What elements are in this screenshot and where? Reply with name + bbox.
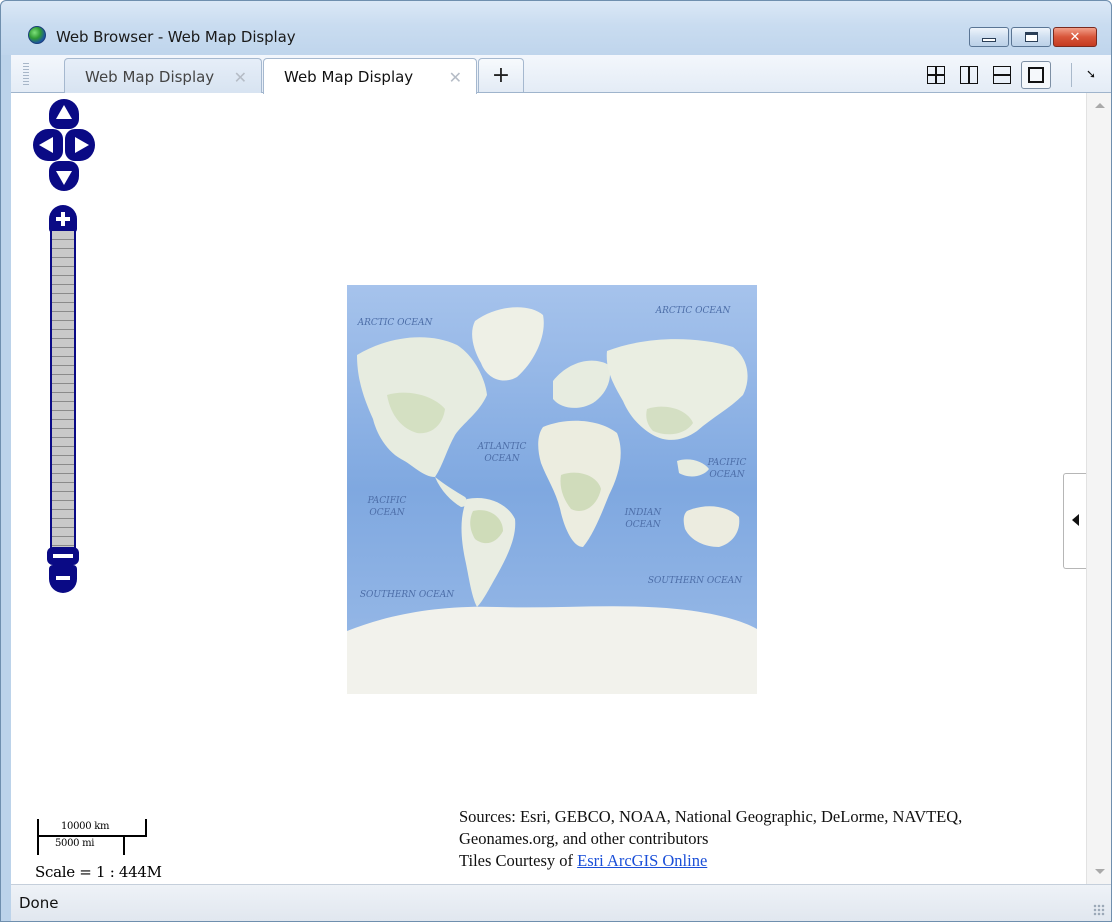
layout-rows-icon[interactable] — [991, 64, 1013, 86]
label-atlantic-ocean-1: ATLANTIC — [477, 442, 527, 452]
maximize-button[interactable] — [1011, 27, 1051, 47]
close-icon: ✕ — [1069, 29, 1081, 45]
label-southern-ocean-left: SOUTHERN OCEAN — [360, 590, 455, 600]
layout-single-icon[interactable] — [1021, 61, 1051, 89]
esri-arcgis-online-link[interactable]: Esri ArcGIS Online — [577, 851, 707, 870]
layout-grid-icon[interactable] — [925, 64, 947, 86]
attribution-line-1: Sources: Esri, GEBCO, NOAA, National Geo… — [459, 807, 963, 826]
label-pacific-ocean-right-2: OCEAN — [709, 470, 745, 480]
tab-web-map-display-1[interactable]: Web Map Display ✕ — [64, 58, 262, 94]
toolbar-divider — [1071, 63, 1072, 87]
scroll-up-icon[interactable] — [1095, 103, 1105, 108]
attribution-prefix: Tiles Courtesy of — [459, 851, 578, 870]
scale-km-label: 10000 km — [61, 821, 110, 832]
side-panel-toggle[interactable] — [1063, 473, 1087, 569]
globe-icon — [28, 26, 46, 44]
world-map-tile[interactable]: ARCTIC OCEAN ARCTIC OCEAN ATLANTIC OCEAN… — [347, 285, 757, 694]
label-pacific-ocean-left-1: PACIFIC — [367, 496, 407, 506]
minimize-icon — [982, 38, 996, 42]
zoom-in-icon[interactable] — [49, 205, 77, 233]
scale-ratio: Scale = 1 : 444M — [35, 863, 162, 881]
close-window-button[interactable]: ✕ — [1053, 27, 1097, 47]
zoom-out-icon[interactable] — [49, 565, 77, 593]
attribution-line-2: Geonames.org, and other contributors — [459, 829, 709, 848]
zoom-slider-track[interactable] — [50, 231, 76, 553]
new-tab-button[interactable]: + — [478, 58, 524, 92]
pan-down-icon[interactable] — [49, 161, 79, 191]
label-indian-ocean-2: OCEAN — [625, 520, 661, 530]
map-attribution: Sources: Esri, GEBCO, NOAA, National Geo… — [459, 806, 1089, 872]
scale-line: 10000 km 5000 mi — [37, 819, 177, 863]
resize-grip-icon[interactable] — [1093, 904, 1105, 916]
attribution-line-3: Tiles Courtesy of Esri ArcGIS Online — [459, 850, 1089, 872]
minimize-button[interactable] — [969, 27, 1009, 47]
maximize-icon — [1024, 32, 1038, 42]
browser-content: ARCTIC OCEAN ARCTIC OCEAN ATLANTIC OCEAN… — [11, 93, 1111, 884]
scale-mi-label: 5000 mi — [55, 838, 95, 849]
undock-icon[interactable]: ➘ — [1086, 67, 1096, 81]
tab-strip-grip[interactable] — [23, 63, 29, 87]
tab-strip: Web Map Display ✕ Web Map Display ✕ + ➘ — [11, 55, 1111, 94]
tab-label: Web Map Display — [85, 67, 215, 86]
label-indian-ocean-1: INDIAN — [624, 508, 663, 518]
label-pacific-ocean-right-1: PACIFIC — [707, 458, 747, 468]
pan-control — [33, 99, 95, 191]
window-title: Web Browser - Web Map Display — [56, 28, 296, 46]
label-arctic-ocean-left: ARCTIC OCEAN — [357, 318, 434, 328]
label-atlantic-ocean-2: OCEAN — [484, 454, 520, 464]
label-southern-ocean-right: SOUTHERN OCEAN — [648, 576, 743, 586]
plus-icon: + — [491, 63, 511, 88]
browser-window: Web Browser - Web Map Display ✕ Web Map … — [0, 0, 1112, 922]
scroll-down-icon[interactable] — [1095, 869, 1105, 874]
status-bar: Done — [11, 884, 1111, 921]
tab-web-map-display-2[interactable]: Web Map Display ✕ — [263, 58, 477, 94]
map-viewport[interactable]: ARCTIC OCEAN ARCTIC OCEAN ATLANTIC OCEAN… — [11, 93, 1089, 884]
label-pacific-ocean-left-2: OCEAN — [369, 508, 405, 518]
pan-right-icon[interactable] — [65, 129, 95, 161]
layout-columns-icon[interactable] — [958, 64, 980, 86]
status-text: Done — [19, 894, 59, 912]
antarctica-land — [347, 606, 757, 694]
tab-label: Web Map Display — [284, 67, 414, 86]
tab-close-icon[interactable]: ✕ — [234, 68, 247, 87]
label-arctic-ocean-right: ARCTIC OCEAN — [655, 306, 732, 316]
zoom-slider-handle[interactable] — [47, 547, 79, 565]
tab-close-icon[interactable]: ✕ — [449, 68, 462, 87]
pan-left-icon[interactable] — [33, 129, 63, 161]
pan-up-icon[interactable] — [49, 99, 79, 129]
title-bar[interactable]: Web Browser - Web Map Display ✕ — [1, 1, 1111, 55]
vertical-scrollbar[interactable] — [1086, 93, 1111, 884]
